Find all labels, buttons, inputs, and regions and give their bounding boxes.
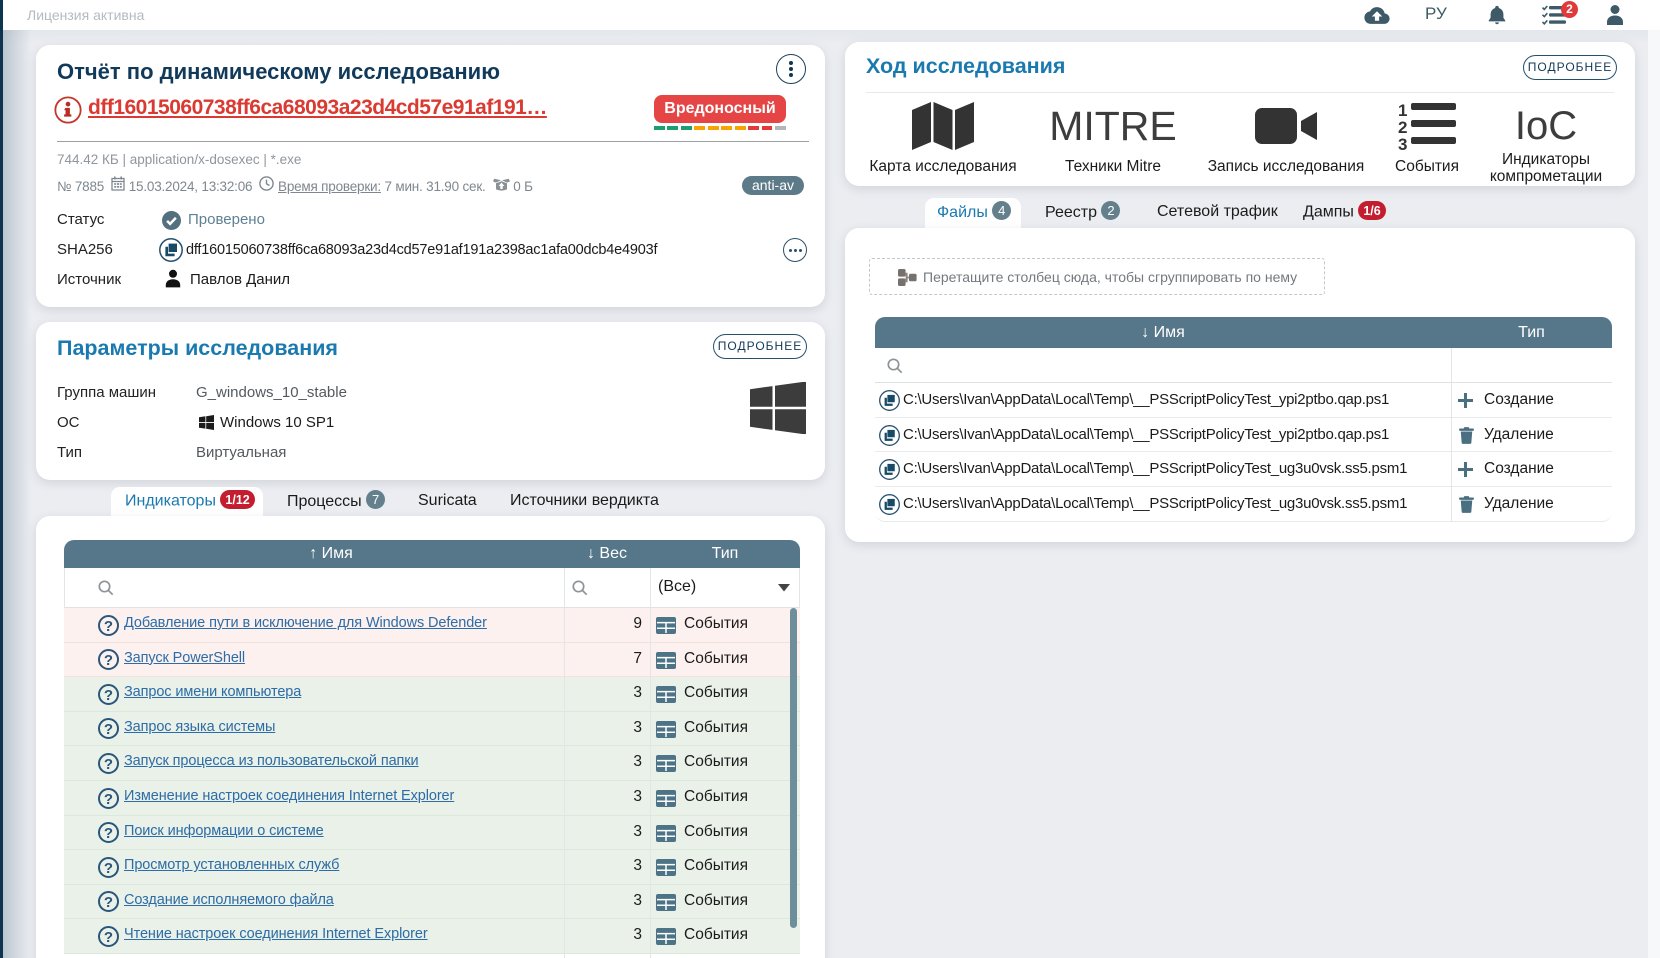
svg-text:3: 3 <box>1398 135 1407 150</box>
